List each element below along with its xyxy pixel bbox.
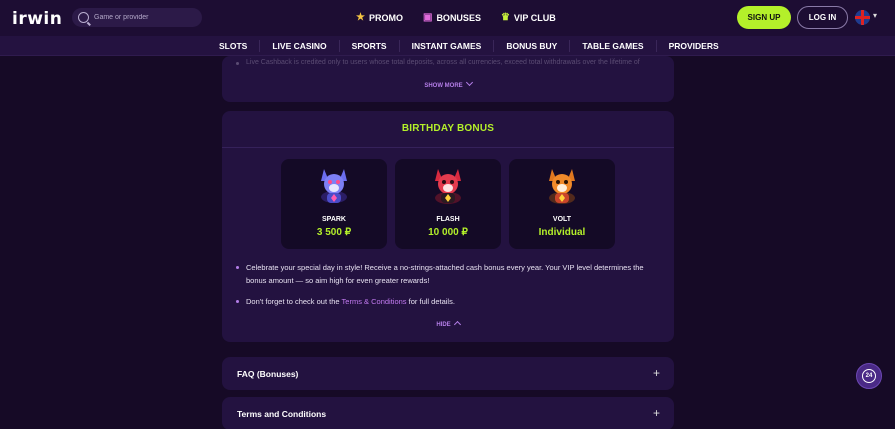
nav-bonuses-label: BONUSES <box>436 12 481 23</box>
category-bonus-buy[interactable]: BONUS BUY <box>494 40 571 52</box>
birthday-terms-note: Don't forget to check out the Terms & Co… <box>246 295 656 308</box>
spark-mascot-icon <box>321 169 347 203</box>
divider <box>222 147 674 148</box>
tier-name: VOLT <box>552 216 572 223</box>
terms-conditions-link[interactable]: Terms & Conditions <box>342 297 407 306</box>
category-sports[interactable]: SPORTS <box>340 40 400 52</box>
category-nav: SLOTS LIVE CASINO SPORTS INSTANT GAMES B… <box>0 36 895 56</box>
tier-value: Individual <box>538 227 586 238</box>
cashback-card: Live Cashback is credited only to users … <box>222 56 674 102</box>
tier-card-spark: SPARK 3 500 ₽ <box>281 159 387 249</box>
category-instant-games[interactable]: INSTANT GAMES <box>400 40 495 52</box>
gift-icon: ▣ <box>422 12 433 23</box>
tier-card-volt: VOLT Individual <box>509 159 615 249</box>
terms-note-suffix: for full details. <box>406 297 455 306</box>
bullet-dot <box>236 266 239 269</box>
tier-value: 3 500 ₽ <box>316 227 352 238</box>
hide-button[interactable]: HIDE <box>222 320 674 329</box>
search-icon <box>78 12 89 23</box>
birthday-bullet-text: Celebrate your special day in style! Rec… <box>246 263 644 285</box>
category-live-casino[interactable]: LIVE CASINO <box>260 40 340 52</box>
plus-icon[interactable]: + <box>653 366 660 380</box>
uk-flag-icon[interactable] <box>855 10 870 25</box>
chevron-up-icon <box>453 320 461 329</box>
tier-value: 10 000 ₽ <box>428 227 468 238</box>
category-providers[interactable]: PROVIDERS <box>657 40 731 52</box>
tier-card-flash: FLASH 10 000 ₽ <box>395 159 501 249</box>
show-more-button[interactable]: SHOW MORE <box>222 78 674 89</box>
tier-name: FLASH <box>436 216 460 223</box>
chevron-down-icon <box>465 78 473 87</box>
category-slots[interactable]: SLOTS <box>207 40 261 52</box>
faq-bonuses-accordion[interactable]: FAQ (Bonuses) + <box>222 357 674 390</box>
support-24-icon: 24 <box>862 369 876 383</box>
support-chat-button[interactable]: 24 <box>856 363 882 389</box>
tier-name: SPARK <box>322 216 346 223</box>
terms-note-prefix: Don't forget to check out the <box>246 297 342 306</box>
top-header: irwin ★ PROMO ▣ BONUSES ♛ VIP CLUB SIGN … <box>0 0 895 36</box>
flash-mascot-icon <box>435 169 461 204</box>
top-nav: ★ PROMO ▣ BONUSES ♛ VIP CLUB <box>356 12 556 23</box>
star-icon: ★ <box>356 12 365 23</box>
hide-label: HIDE <box>436 322 451 328</box>
show-more-label: SHOW MORE <box>424 83 463 89</box>
signup-button[interactable]: SIGN UP <box>737 6 791 29</box>
nav-vip-club[interactable]: ♛ VIP CLUB <box>501 12 556 23</box>
accordion-title: Terms and Conditions <box>237 409 327 419</box>
accordion-title: FAQ (Bonuses) <box>237 369 299 379</box>
nav-bonuses[interactable]: ▣ BONUSES <box>423 12 481 23</box>
search-input[interactable] <box>94 14 194 21</box>
plus-icon[interactable]: + <box>653 406 660 420</box>
crown-icon: ♛ <box>500 12 510 23</box>
nav-promo[interactable]: ★ PROMO <box>356 12 403 23</box>
birthday-bonus-card: BIRTHDAY BONUS SPARK 3 500 ₽ FLASH 10 00… <box>222 111 674 342</box>
nav-vip-label: VIP CLUB <box>513 12 556 23</box>
chevron-down-icon[interactable]: ▾ <box>873 11 877 20</box>
bullet-dot <box>236 300 239 303</box>
login-button[interactable]: LOG IN <box>797 6 848 29</box>
search-box[interactable] <box>72 8 202 27</box>
bullet-dot <box>236 62 239 65</box>
terms-accordion[interactable]: Terms and Conditions + <box>222 397 674 429</box>
volt-mascot-icon <box>549 169 575 204</box>
irwin-logo[interactable]: irwin <box>12 9 62 29</box>
birthday-bonus-title: BIRTHDAY BONUS <box>401 123 495 134</box>
category-table-games[interactable]: TABLE GAMES <box>570 40 657 52</box>
nav-promo-label: PROMO <box>368 12 403 23</box>
cashback-faded-text: Live Cashback is credited only to users … <box>246 59 640 66</box>
